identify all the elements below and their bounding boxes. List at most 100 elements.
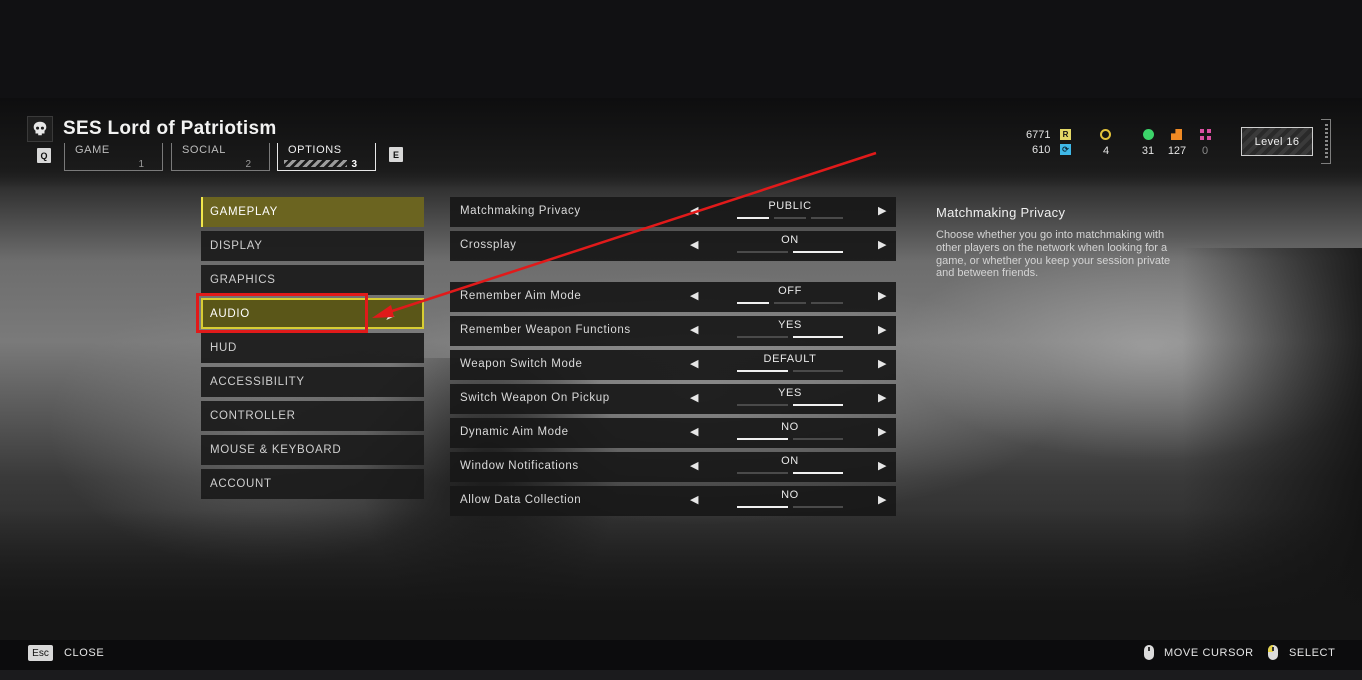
setting-matchmaking-privacy[interactable]: Matchmaking Privacy ◀ PUBLIC ▶ [450,197,896,227]
option-indicator [793,370,843,372]
mouse-left-click-icon [1268,645,1278,660]
setting-label: Matchmaking Privacy [460,205,581,217]
next-option-arrow-icon[interactable]: ▶ [878,289,886,302]
option-indicator [774,302,806,304]
setting-dynamic-aim-mode[interactable]: Dynamic Aim Mode ◀ NO ▶ [450,418,896,448]
medal-icon [1100,129,1111,140]
prev-option-arrow-icon[interactable]: ◀ [690,493,698,506]
setting-window-notifications[interactable]: Window Notifications ◀ ON ▶ [450,452,896,482]
category-controller[interactable]: CONTROLLER [201,401,424,431]
option-indicator [793,472,843,474]
common-sample-icon [1143,129,1154,140]
prev-option-arrow-icon[interactable]: ◀ [690,204,698,217]
setting-label: Allow Data Collection [460,494,582,506]
option-indicator [737,438,788,440]
option-indicator [793,438,843,440]
setting-value: NO [781,421,799,433]
prev-option-arrow-icon[interactable]: ◀ [690,459,698,472]
next-option-arrow-icon[interactable]: ▶ [878,391,886,404]
active-tab-hatch [284,160,347,167]
prev-option-arrow-icon[interactable]: ◀ [690,391,698,404]
next-tab-key[interactable]: E [389,147,403,162]
setting-value: OFF [778,285,802,297]
prev-tab-key[interactable]: Q [37,148,51,163]
super-credits-icon: ⟳ [1060,144,1071,155]
common-samples-value: 31 [1141,145,1155,157]
category-display[interactable]: DISPLAY [201,231,424,261]
setting-value: PUBLIC [768,200,812,212]
close-key[interactable]: Esc [28,645,53,661]
option-indicator [793,404,843,406]
setting-remember-aim-mode[interactable]: Remember Aim Mode ◀ OFF ▶ [450,282,896,312]
mouse-cursor-icon: ➤ [385,309,396,323]
next-option-arrow-icon[interactable]: ▶ [878,238,886,251]
next-option-arrow-icon[interactable]: ▶ [878,493,886,506]
description-title: Matchmaking Privacy [936,205,1066,220]
option-indicator [774,217,806,219]
prev-option-arrow-icon[interactable]: ◀ [690,289,698,302]
select-hint: SELECT [1289,647,1336,659]
tab-game[interactable]: GAME 1 [64,143,163,171]
option-indicator [737,302,769,304]
medals-value: 4 [1102,145,1110,157]
mouse-move-icon [1144,645,1154,660]
prev-option-arrow-icon[interactable]: ◀ [690,238,698,251]
tab-number: 2 [245,159,251,170]
next-option-arrow-icon[interactable]: ▶ [878,204,886,217]
setting-label: Remember Aim Mode [460,290,582,302]
bottom-letterbox [0,670,1362,680]
requisition-value: 6771 [1026,129,1051,141]
tab-options[interactable]: OPTIONS 3 [277,143,376,171]
option-indicator [793,336,843,338]
next-option-arrow-icon[interactable]: ▶ [878,459,886,472]
setting-remember-weapon-functions[interactable]: Remember Weapon Functions ◀ YES ▶ [450,316,896,346]
rare-samples-value: 127 [1167,145,1187,157]
tab-label: GAME [75,144,110,156]
setting-weapon-switch-mode[interactable]: Weapon Switch Mode ◀ DEFAULT ▶ [450,350,896,380]
setting-label: Window Notifications [460,460,579,472]
prev-option-arrow-icon[interactable]: ◀ [690,425,698,438]
setting-value: YES [778,319,802,331]
top-letterbox [0,0,1362,98]
next-option-arrow-icon[interactable]: ▶ [878,425,886,438]
option-indicator [737,251,788,253]
setting-value: ON [781,455,799,467]
setting-label: Weapon Switch Mode [460,358,583,370]
next-option-arrow-icon[interactable]: ▶ [878,323,886,336]
ship-name-title: SES Lord of Patriotism [63,118,277,139]
setting-label: Switch Weapon On Pickup [460,392,610,404]
super-sample-icon [1200,129,1211,140]
category-account[interactable]: ACCOUNT [201,469,424,499]
option-indicator [737,336,788,338]
prev-option-arrow-icon[interactable]: ◀ [690,323,698,336]
requisition-icon: R [1060,129,1071,140]
close-button[interactable]: CLOSE [64,647,104,659]
category-hud[interactable]: HUD [201,333,424,363]
level-bracket [1321,119,1331,164]
option-indicator [811,217,843,219]
setting-label: Crossplay [460,239,517,251]
option-indicator [737,404,788,406]
option-indicator [737,217,769,219]
option-indicator [793,251,843,253]
option-indicator [737,472,788,474]
option-indicator [737,506,788,508]
tab-label: SOCIAL [182,144,226,156]
category-accessibility[interactable]: ACCESSIBILITY [201,367,424,397]
skull-emblem-icon [27,116,53,142]
tab-social[interactable]: SOCIAL 2 [171,143,270,171]
category-graphics[interactable]: GRAPHICS [201,265,424,295]
category-mouse-keyboard[interactable]: MOUSE & KEYBOARD [201,435,424,465]
annotation-highlight-box [196,293,368,333]
prev-option-arrow-icon[interactable]: ◀ [690,357,698,370]
setting-label: Dynamic Aim Mode [460,426,569,438]
setting-label: Remember Weapon Functions [460,324,631,336]
setting-allow-data-collection[interactable]: Allow Data Collection ◀ NO ▶ [450,486,896,516]
setting-crossplay[interactable]: Crossplay ◀ ON ▶ [450,231,896,261]
setting-value: ON [781,234,799,246]
category-gameplay[interactable]: GAMEPLAY [201,197,424,227]
move-cursor-hint: MOVE CURSOR [1164,647,1254,659]
tab-label: OPTIONS [288,144,342,156]
next-option-arrow-icon[interactable]: ▶ [878,357,886,370]
setting-switch-weapon-on-pickup[interactable]: Switch Weapon On Pickup ◀ YES ▶ [450,384,896,414]
